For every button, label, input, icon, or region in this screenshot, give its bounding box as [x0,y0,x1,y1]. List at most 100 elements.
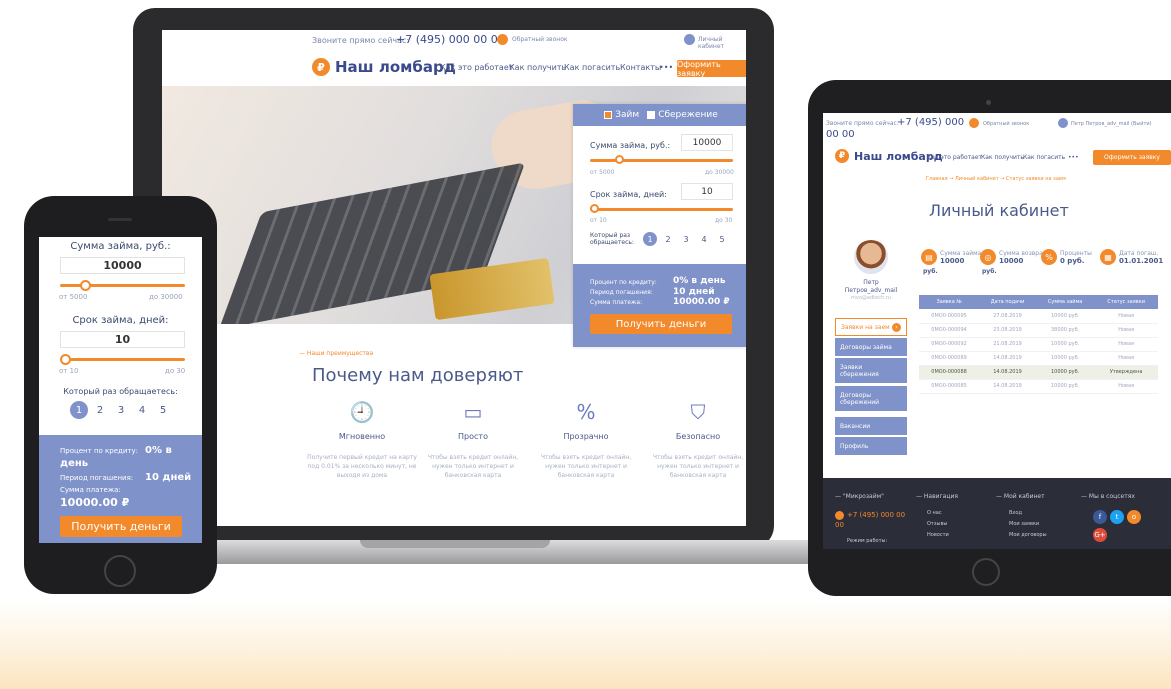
phone-period-value: 10 дней [145,472,192,483]
account-link[interactable]: Личный кабинет [698,36,746,50]
times-option-5[interactable]: 5 [715,232,729,246]
apply-button[interactable]: Оформить заявку [677,60,746,78]
checkbox-loan[interactable] [604,110,613,119]
logo-text: Наш ломбард [335,58,456,76]
tab-loan[interactable]: Займ [604,110,639,120]
tablet-nav-how-to-repay[interactable]: Как погасить [1023,154,1065,161]
twitter-icon[interactable]: t [1110,510,1124,524]
advantages-title: Почему нам доверяют [312,365,524,386]
menu-profile[interactable]: Профиль [835,437,907,455]
feature-title: Безопасно [675,432,721,441]
feature-title: Прозрачно [563,432,609,441]
phone-times-option-5[interactable]: 5 [154,401,172,419]
get-money-button[interactable]: Получить деньги [590,314,732,334]
footer-col1-title: — "Микрозайм" [835,493,884,500]
tablet-user-link[interactable]: Петр Петров_adv_mail (Выйти) [1071,121,1152,127]
checkbox-savings[interactable] [647,110,656,119]
phone-payment-value: 10000.00 ₽ [60,496,130,509]
google-plus-icon[interactable]: G+ [1093,528,1107,542]
times-option-4[interactable]: 4 [697,232,711,246]
tab-savings[interactable]: Сбережение [647,110,718,120]
phone-number[interactable]: +7 (495) 000 00 00 [396,33,505,46]
amount-input[interactable]: 10000 [681,134,733,151]
tablet-phone-2: 00 00 [826,129,855,140]
tablet-nav-how-it-works[interactable]: Как это работает [927,154,982,161]
phone-rate-value-2: день [60,458,89,469]
top-bar: Звоните прямо сейчас: +7 (495) 000 00 00… [162,30,746,52]
phone-times-option-4[interactable]: 4 [133,401,151,419]
phone-home-button[interactable] [104,555,136,587]
footer-link-reviews[interactable]: Отзывы [927,521,947,527]
term-slider-handle[interactable] [590,204,599,213]
phone-amount-input[interactable]: 10000 [60,257,185,274]
footer-link-my-requests[interactable]: Мои заявки [1009,521,1039,527]
footer-col3-title: — Мой кабинет [996,493,1045,500]
main-nav: ₽ Наш ломбард Как это работает Как получи… [162,56,746,82]
phone-amount-slider-track[interactable] [60,284,185,287]
social-links: f t o [1093,510,1141,524]
term-slider-track[interactable] [590,208,733,211]
tablet-user-icon [1058,118,1068,128]
tablet-apply-button[interactable]: Оформить заявку [1093,150,1171,165]
phone-summary: Процент по кредиту: 0% в день Период пог… [39,435,202,543]
menu-loan-requests[interactable]: Заявки на заем › [835,318,907,336]
menu-loan-contracts[interactable]: Договоры займа [835,338,907,356]
amount-slider-track[interactable] [590,159,733,162]
phone-times-option-2[interactable]: 2 [91,401,109,419]
menu-savings-requests[interactable]: Заявки сбережения [835,358,907,383]
menu-vacancies[interactable]: Вакансии [835,417,907,435]
nav-more[interactable]: ••• [659,63,673,72]
nav-how-to-repay[interactable]: Как погасить [564,63,620,72]
footer-link-my-contracts[interactable]: Мои договоры [1009,532,1047,538]
tablet-phone[interactable]: +7 (495) 000 [897,117,964,128]
footer-hours: Режим работы: [847,538,888,544]
table-row[interactable]: 0МО0-000094 23.08.2019 38000 руб. Новая [919,323,1158,338]
tablet-home-button[interactable] [972,558,1000,586]
table-row[interactable]: 0МО0-000085 14.08.2019 10000 руб. Новая [919,379,1158,394]
footer-link-news[interactable]: Новости [927,532,949,538]
amount-slider-handle[interactable] [614,155,624,164]
phone-times-option-1[interactable]: 1 [70,401,88,419]
times-option-2[interactable]: 2 [661,232,675,246]
term-input[interactable]: 10 [681,183,733,200]
tablet-nav-more[interactable]: ••• [1068,154,1079,161]
laptop-notch [360,540,550,548]
menu-savings-contracts[interactable]: Договоры сбережений [835,386,907,411]
tablet-camera [986,100,991,105]
times-option-3[interactable]: 3 [679,232,693,246]
table-row[interactable]: 0МО0-000089 14.08.2019 10000 руб. Новая [919,351,1158,366]
tablet-breadcrumb[interactable]: Главная → Личный кабинет → Статус заявки… [926,176,1066,182]
tablet-nav-how-to-get[interactable]: Как получить [981,154,1024,161]
nav-how-it-works[interactable]: Как это работает [440,63,513,72]
footer-link-about[interactable]: О нас [927,510,942,516]
callback-link[interactable]: Обратный звонок [512,36,568,43]
nav-contacts[interactable]: Контакты [620,63,661,72]
phone-term-slider-handle[interactable] [60,354,71,365]
term-max: до 30 [715,217,733,224]
facebook-icon[interactable]: f [1093,510,1107,524]
footer-link-login[interactable]: Вход [1009,510,1022,516]
call-text: Звоните прямо сейчас: [312,36,410,45]
phone-term-slider-track[interactable] [60,358,185,361]
odnoklassniki-icon[interactable]: o [1127,510,1141,524]
feature-transparent: % Прозрачно Чтобы взять кредит онлайн, нуж… [531,400,641,480]
phone-get-money-button[interactable]: Получить деньги [60,516,182,537]
phone-amount-slider-handle[interactable] [80,280,91,291]
logo[interactable]: ₽ Наш ломбард [312,58,456,76]
feature-text: Чтобы взять кредит онлайн, нужен только … [427,454,519,479]
nav-how-to-get[interactable]: Как получить [509,63,566,72]
ruble-coin-icon: ₽ [835,149,849,163]
times-label: Который раз обращаетесь: [590,232,634,246]
phone-times-option-3[interactable]: 3 [112,401,130,419]
phone-term-input[interactable]: 10 [60,331,185,348]
table-row[interactable]: 0МО0-000095 27.08.2019 10000 руб. Новая [919,309,1158,324]
loan-calculator: Займ Сбережение Сумма займа, руб.: 10000… [573,104,746,347]
times-option-1[interactable]: 1 [643,232,657,246]
phone-amount-label: Сумма займа, руб.: [70,241,171,252]
period-label: Период погашения: [590,289,653,296]
user-icon [684,34,695,45]
footer-phone[interactable]: +7 (495) 000 00 [847,511,905,519]
table-row[interactable]: 0МО0-000088 14.08.2019 10000 руб. Утвержден… [919,365,1158,380]
tablet-callback-link[interactable]: Обратный звонок [983,121,1029,127]
table-row[interactable]: 0МО0-000092 21.08.2019 10000 руб. Новая [919,337,1158,352]
